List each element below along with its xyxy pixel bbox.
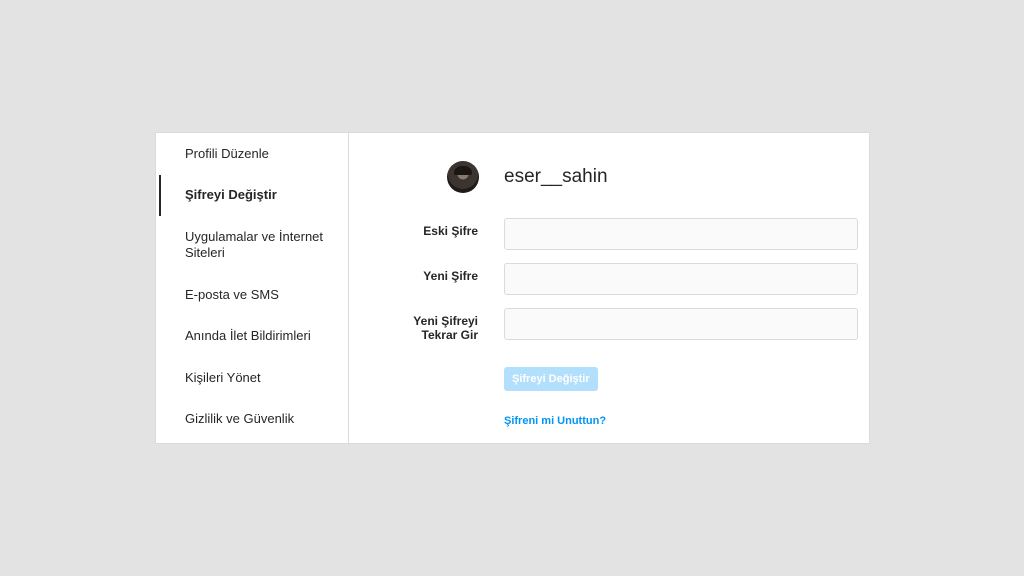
change-password-form: eser__sahin Eski Şifre Yeni Şifre Yeni Ş…	[349, 133, 869, 443]
settings-panel: Profili Düzenle Şifreyi Değiştir Uygulam…	[155, 132, 870, 444]
old-password-field[interactable]	[504, 218, 858, 250]
sidebar-item-label: Uygulamalar ve İnternet Siteleri	[185, 229, 324, 260]
confirm-password-row: Yeni Şifreyi Tekrar Gir	[349, 308, 858, 342]
new-password-row: Yeni Şifre	[349, 263, 858, 295]
sidebar-item-label: Şifreyi Değiştir	[185, 187, 277, 203]
sidebar-item-edit-profile[interactable]: Profili Düzenle	[156, 133, 348, 175]
sidebar-item-label: Profili Düzenle	[185, 145, 269, 161]
confirm-password-label-line2: Tekrar Gir	[421, 328, 478, 342]
username: eser__sahin	[504, 166, 608, 187]
forgot-password-link[interactable]: Şifreni mi Unuttun?	[504, 415, 606, 427]
old-password-row: Eski Şifre	[349, 218, 858, 250]
profile-header: eser__sahin	[447, 161, 608, 193]
settings-sidebar: Profili Düzenle Şifreyi Değiştir Uygulam…	[156, 133, 349, 443]
confirm-password-label: Yeni Şifreyi Tekrar Gir	[349, 308, 504, 342]
sidebar-item-manage-contacts[interactable]: Kişileri Yönet	[156, 357, 348, 399]
change-password-button[interactable]: Şifreyi Değiştir	[504, 367, 598, 391]
sidebar-item-label: Gizlilik ve Güvenlik	[185, 411, 295, 427]
sidebar-item-label: Anında İlet Bildirimleri	[185, 328, 311, 344]
avatar	[447, 161, 479, 193]
sidebar-item-label: Kişileri Yönet	[185, 369, 261, 385]
sidebar-item-push-notifications[interactable]: Anında İlet Bildirimleri	[156, 316, 348, 358]
sidebar-item-email-sms[interactable]: E-posta ve SMS	[156, 274, 348, 316]
confirm-password-label-line1: Yeni Şifreyi	[413, 314, 478, 328]
sidebar-item-privacy-security[interactable]: Gizlilik ve Güvenlik	[156, 399, 348, 441]
new-password-label: Yeni Şifre	[423, 269, 478, 283]
sidebar-item-apps-websites[interactable]: Uygulamalar ve İnternet Siteleri	[156, 216, 348, 274]
sidebar-item-label: E-posta ve SMS	[185, 286, 279, 302]
new-password-field[interactable]	[504, 263, 858, 295]
old-password-label: Eski Şifre	[423, 224, 478, 238]
sidebar-item-change-password[interactable]: Şifreyi Değiştir	[156, 174, 348, 217]
confirm-password-field[interactable]	[504, 308, 858, 340]
